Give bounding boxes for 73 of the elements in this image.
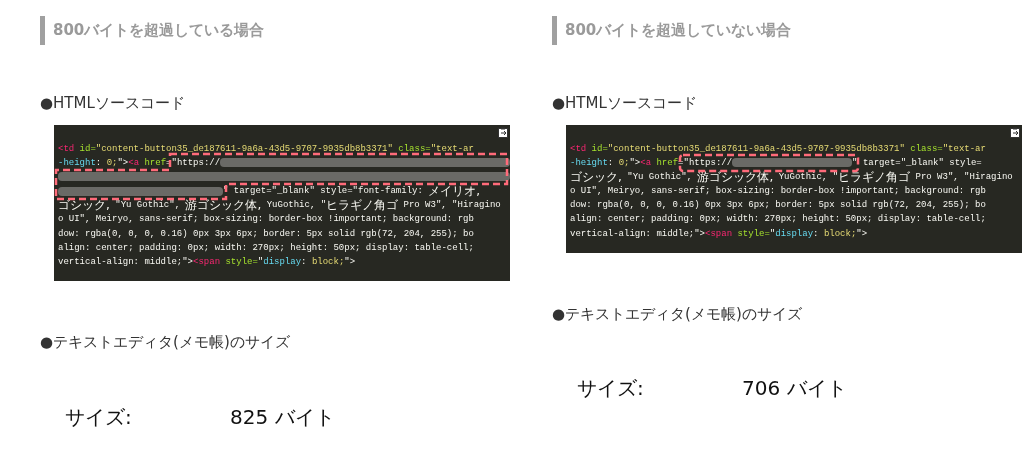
code-token: "> xyxy=(117,156,129,170)
code-token: " target="_blank" style= xyxy=(852,156,982,170)
code-token: block; xyxy=(311,256,345,269)
size-value: 825 バイト xyxy=(230,403,335,431)
code-token: block; xyxy=(823,227,857,241)
code-token: ゴシック, xyxy=(570,169,622,185)
code-token: href xyxy=(143,156,167,170)
code-token: o UI", Meiryo, sans-serif; box-sizing: border-box !important; background: rgb xyxy=(58,213,474,227)
code-token: dow: rgba(0, 0, 0, 0.16) 0px 3px 6px; border: 5px solid rgb(72, 204, 255); bo xyxy=(58,227,474,241)
code-token: "text-ar xyxy=(942,142,986,156)
code-token: YuGothic, " xyxy=(777,170,839,184)
code-token: display xyxy=(775,227,814,241)
code-token: "content-button35_de187611-9a6a-43d5-9707-9935db8b3371" xyxy=(95,142,393,156)
size-label: ●テキストエディタ(メモ帳)のサイズ xyxy=(552,303,802,325)
code-token: Pro W3", "Hiragino xyxy=(402,199,501,213)
code-token: : xyxy=(95,156,103,170)
code-token: "content-button35_de187611-9a6a-43d5-9707-9935db8b3371" xyxy=(607,142,905,156)
code-token: " xyxy=(769,227,776,241)
code-token: dow: rgba(0, 0, 0, 0.16) 0px 3px 6px; border: 5px solid rgb(72, 204, 255); bo xyxy=(570,199,986,213)
code-token: -height xyxy=(570,156,608,170)
code-token: <a xyxy=(640,156,652,170)
code-token: ヒラギノ角ゴ xyxy=(326,198,399,213)
code-token: ヒラギノ角ゴ xyxy=(838,169,911,185)
code-token: display xyxy=(263,256,302,269)
code-token: "Yu Gothic", xyxy=(626,170,694,184)
code-token: "> xyxy=(344,256,356,269)
code-token: 游ゴシック体, xyxy=(697,169,774,185)
code-token: "> xyxy=(856,227,868,241)
code-token: style= xyxy=(224,256,258,269)
code-token: " xyxy=(257,256,264,269)
code-token: style= xyxy=(736,227,770,241)
copy-icon[interactable] xyxy=(1010,126,1020,138)
code-token: Pro W3", "Hiragino xyxy=(914,170,1013,184)
code-token: YuGothic, " xyxy=(265,199,327,213)
copy-icon[interactable] xyxy=(498,126,508,138)
code-label: ●HTMLソースコード xyxy=(552,93,697,114)
code-token: <td xyxy=(570,142,587,156)
code-token: id= xyxy=(78,142,96,156)
code-token: class= xyxy=(909,142,943,156)
code-token: ゴシック, xyxy=(58,198,110,213)
code-token: "> xyxy=(629,156,641,170)
code-token: <span xyxy=(193,256,221,269)
code-token: 0; xyxy=(618,156,630,170)
heading-accent-bar xyxy=(40,16,45,45)
code-token: o UI", Meiryo, sans-serif; box-sizing: border-box !important; background: rgb xyxy=(570,185,986,199)
code-token: vertical-align: middle;"> xyxy=(570,227,706,241)
code-token: <a xyxy=(128,156,140,170)
code-token: ="https:// xyxy=(678,156,733,170)
section-heading: 800バイトを超過していない場合 xyxy=(565,20,792,42)
size-key: サイズ: xyxy=(577,373,742,404)
size-key: サイズ: xyxy=(65,401,230,432)
heading-accent-bar xyxy=(552,16,557,45)
code-token: align: center; padding: 0px; width: 270px; height: 50px; display: table-cell; xyxy=(58,241,474,255)
code-token: vertical-align: middle;"> xyxy=(58,256,194,269)
code-token: メイリオ, xyxy=(428,184,481,199)
code-token: 游ゴシック体, xyxy=(185,198,262,213)
section-heading: 800バイトを超過している場合 xyxy=(53,20,265,42)
size-label: ●テキストエディタ(メモ帳)のサイズ xyxy=(40,332,290,354)
code-token: <td xyxy=(58,142,75,156)
code-token: <span xyxy=(705,227,733,241)
code-token: align: center; padding: 0px; width: 270px; height: 50px; display: table-cell; xyxy=(570,213,986,227)
code-label: ●HTMLソースコード xyxy=(40,93,185,114)
code-token: id= xyxy=(590,142,608,156)
code-token: : xyxy=(607,156,615,170)
code-token: 0; xyxy=(106,156,118,170)
code-token: -height xyxy=(58,156,96,170)
code-token: : xyxy=(813,227,820,241)
code-token: : xyxy=(301,256,308,269)
code-token: "Yu Gothic", xyxy=(114,199,182,213)
size-value: 706 バイト xyxy=(742,375,847,403)
code-token: class= xyxy=(397,142,431,156)
code-token: "text-ar xyxy=(430,142,474,156)
code-token: href xyxy=(655,156,679,170)
